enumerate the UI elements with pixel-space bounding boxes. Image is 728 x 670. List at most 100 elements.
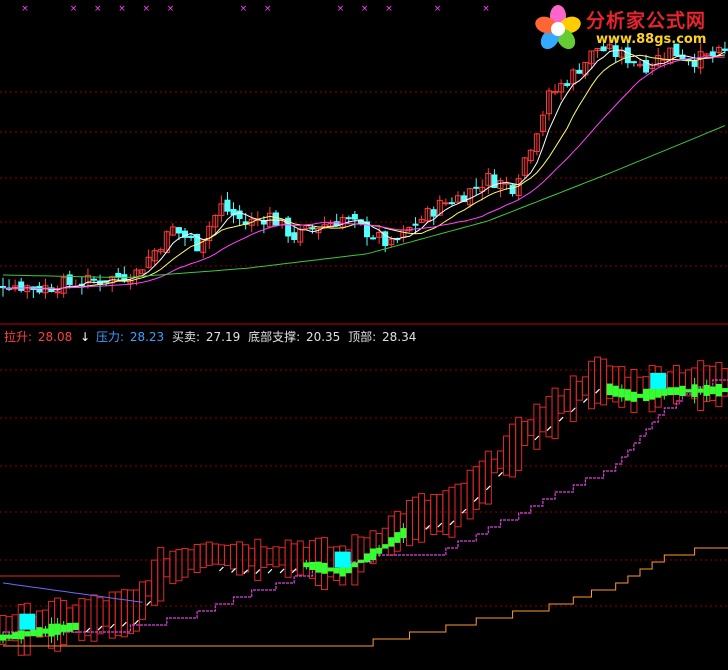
cyan-block: [19, 613, 36, 630]
rally-tick: [121, 621, 127, 627]
candle-body: [273, 212, 279, 226]
candle-body: [309, 227, 316, 230]
rally-tick: [255, 569, 261, 574]
cyan-block: [334, 551, 351, 568]
bull-block: [364, 553, 370, 563]
legend-value: 28.08: [37, 330, 73, 344]
pressure-bar: [412, 496, 420, 540]
candle-body: [175, 227, 182, 234]
pressure-bar: [539, 406, 547, 433]
rally-tick: [437, 522, 443, 528]
rally-tick: [498, 471, 503, 477]
rally-tick: [425, 525, 431, 530]
pressure-bar: [484, 450, 492, 505]
legend-value: 20.35: [305, 330, 341, 344]
candle-body: [412, 223, 419, 226]
legend-item-yali: 压力: 28.23: [96, 330, 170, 344]
pressure-bar: [102, 600, 110, 627]
rally-tick: [570, 407, 576, 413]
rally-tick: [97, 625, 103, 631]
pressure-bar: [157, 547, 165, 602]
candle-body: [630, 61, 637, 64]
pressure-bar: [405, 499, 413, 547]
bull-block: [637, 393, 643, 398]
flower-icon: [535, 5, 581, 50]
legend-item-dingbu: 顶部: 28.34: [348, 330, 418, 344]
bull-block: [370, 548, 377, 561]
pressure-bar: [217, 544, 225, 565]
bull-block: [643, 388, 650, 402]
bull-block: [309, 561, 316, 571]
candle-body: [430, 209, 437, 217]
pressure-bar: [78, 598, 86, 641]
candle-body: [291, 232, 298, 240]
pressure-bar: [472, 466, 480, 510]
pressure-bar: [248, 547, 256, 567]
pressure-bar: [139, 581, 147, 620]
pressure-bar: [199, 543, 207, 569]
pressure-bar: [430, 494, 438, 535]
pressure-bar: [545, 396, 553, 438]
candle-body: [188, 235, 195, 238]
legend-item-lasheng: 拉升: 28.08: [4, 330, 78, 344]
candle-body: [236, 210, 243, 219]
pressure-bar: [581, 376, 589, 396]
legend-label: 压力:: [95, 330, 124, 344]
pressure-bar: [90, 594, 98, 642]
rally-tick: [218, 566, 224, 572]
bull-block: [315, 561, 322, 573]
pressure-bar: [575, 380, 583, 401]
candle-body: [224, 199, 231, 212]
bull-block: [679, 385, 686, 397]
bull-block: [673, 387, 680, 395]
candle-body: [576, 69, 583, 74]
bull-block: [612, 385, 619, 397]
pressure-bar: [211, 543, 219, 565]
bull-block: [30, 629, 37, 637]
rally-tick: [546, 426, 552, 431]
bull-block: [333, 567, 340, 574]
legend-value: 28.34: [382, 330, 417, 344]
candle-body: [691, 59, 698, 67]
rally-tick: [485, 485, 491, 491]
signal-marker: ×: [118, 4, 126, 14]
brand-url: www.88gs.com: [596, 32, 707, 47]
bull-block: [327, 567, 334, 572]
pressure-bar: [672, 364, 680, 405]
signal-marker: ×: [167, 4, 175, 14]
pressure-bar: [442, 490, 450, 536]
bull-block: [709, 386, 716, 395]
pressure-bar: [327, 546, 335, 578]
pressure-bar: [533, 403, 541, 450]
pressure-bar: [630, 368, 638, 413]
bull-block: [357, 559, 364, 563]
pressure-bar: [230, 543, 238, 570]
bull-block: [72, 622, 79, 631]
candle-body: [564, 83, 571, 86]
candle-body: [473, 186, 480, 189]
legend-label: 拉升:: [4, 330, 33, 344]
bull-block: [685, 389, 692, 393]
candle-body: [442, 202, 449, 205]
pressure-bar: [521, 420, 529, 446]
signal-marker: ×: [240, 4, 248, 14]
signal-marker: ×: [264, 4, 272, 14]
pressure-bar: [418, 493, 426, 543]
rally-tick: [134, 619, 139, 625]
pressure-bar: [557, 395, 565, 414]
rally-tick: [595, 388, 600, 394]
signal-marker: ×: [482, 4, 490, 14]
pressure-bar: [503, 435, 511, 476]
bull-block: [721, 388, 728, 393]
bull-block: [667, 387, 674, 396]
legend-value: 28.23: [129, 330, 165, 344]
pressure-bar: [460, 482, 468, 514]
pressure-bar: [260, 546, 268, 568]
pressure-bar: [236, 541, 244, 576]
pressure-bar: [563, 388, 571, 412]
pressure-bar: [478, 460, 486, 504]
bull-block: [715, 383, 722, 397]
bull-block: [630, 391, 637, 402]
candle-body: [18, 281, 25, 291]
rally-tick: [582, 398, 588, 403]
